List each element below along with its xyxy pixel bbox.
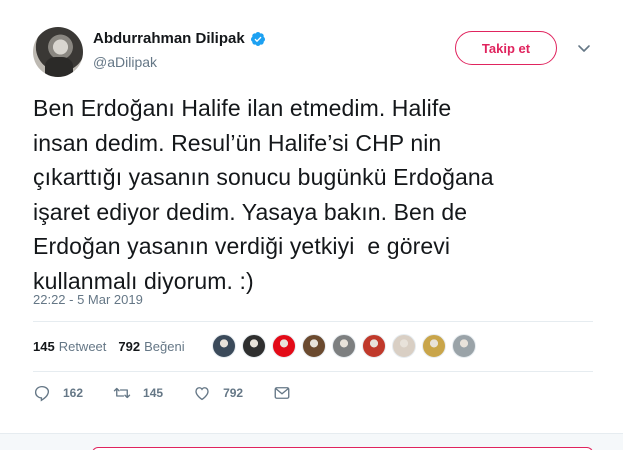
verified-badge-icon <box>250 31 265 46</box>
tweet-actions: 162 145 792 <box>33 384 333 402</box>
like-action-count: 792 <box>223 386 244 400</box>
author-display-name[interactable]: Abdurrahman Dilipak <box>93 30 245 47</box>
envelope-icon <box>274 387 290 399</box>
retweet-button[interactable]: 145 <box>113 384 163 402</box>
tweet-text: Ben Erdoğanı Halife ilan etmedim. Halife… <box>33 95 494 294</box>
tweet-timestamp[interactable]: 22:22 - 5 Mar 2019 <box>33 292 143 307</box>
follow-button[interactable]: Takip et <box>455 31 557 65</box>
reply-count: 162 <box>63 386 84 400</box>
likers-avatars <box>212 334 482 358</box>
tweet-stats: 145 Retweet 792 Beğeni <box>33 339 197 354</box>
like-count: 792 <box>118 339 141 354</box>
liker-avatar[interactable] <box>242 334 266 358</box>
liker-avatar[interactable] <box>332 334 356 358</box>
liker-avatar[interactable] <box>362 334 386 358</box>
like-label: Beğeni <box>144 339 185 354</box>
divider <box>33 321 593 322</box>
divider <box>33 371 593 372</box>
chevron-down-icon[interactable] <box>576 40 592 56</box>
retweet-action-count: 145 <box>143 386 164 400</box>
like-stat[interactable]: 792 Beğeni <box>118 339 184 354</box>
author-handle[interactable]: @aDilipak <box>93 54 157 70</box>
retweet-stat[interactable]: 145 Retweet <box>33 339 106 354</box>
liker-avatar[interactable] <box>272 334 296 358</box>
liker-avatar[interactable] <box>452 334 476 358</box>
retweet-count: 145 <box>33 339 55 354</box>
liker-avatar[interactable] <box>212 334 236 358</box>
liker-avatar[interactable] <box>392 334 416 358</box>
liker-avatar[interactable] <box>422 334 446 358</box>
retweet-icon <box>113 387 131 399</box>
tweet-card: Abdurrahman Dilipak @aDilipak Takip et B… <box>0 0 623 450</box>
like-button[interactable]: 792 <box>193 384 243 402</box>
reply-icon <box>34 385 50 402</box>
liker-avatar[interactable] <box>302 334 326 358</box>
share-button[interactable] <box>273 384 303 402</box>
heart-icon <box>195 387 209 401</box>
reply-button[interactable]: 162 <box>33 384 83 402</box>
retweet-label: Retweet <box>58 339 107 354</box>
author-avatar[interactable] <box>33 27 83 77</box>
author-name-row: Abdurrahman Dilipak <box>93 30 266 47</box>
